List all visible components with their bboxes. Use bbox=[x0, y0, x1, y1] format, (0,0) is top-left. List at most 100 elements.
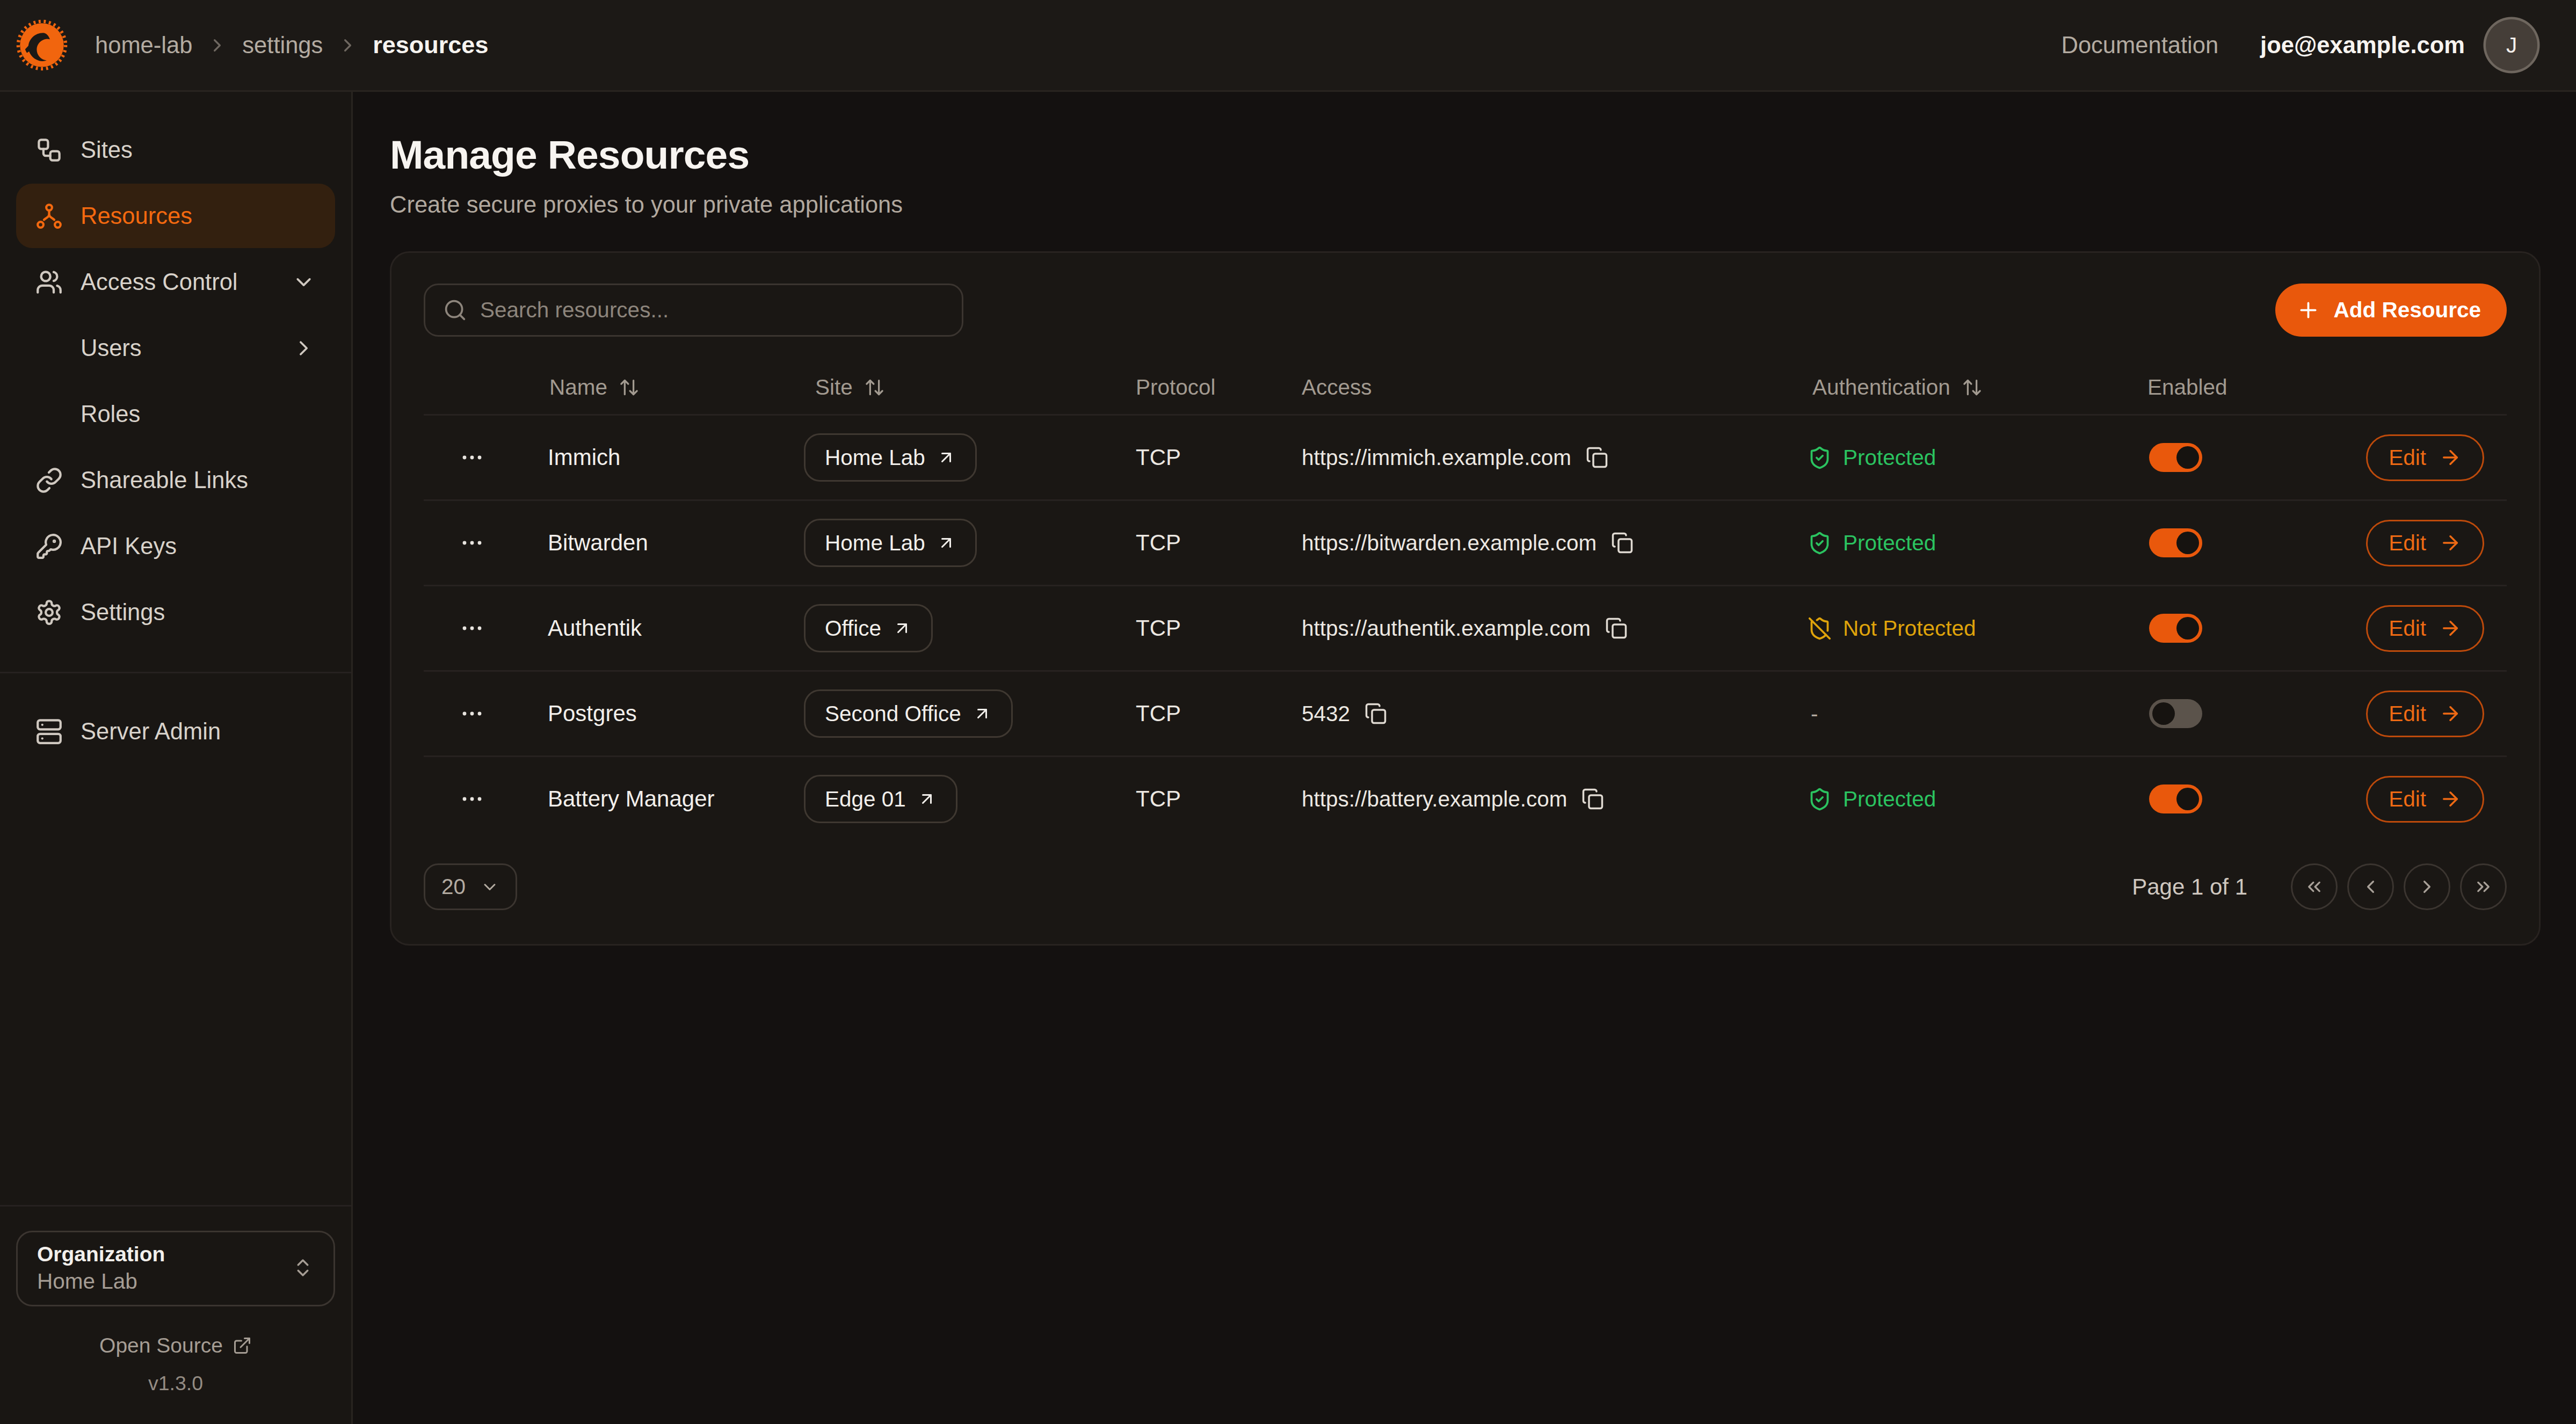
row-menu-icon[interactable] bbox=[459, 701, 485, 726]
breadcrumb-current[interactable]: resources bbox=[373, 31, 488, 59]
chevron-left-icon bbox=[2360, 876, 2381, 897]
copy-icon[interactable] bbox=[1581, 788, 1604, 810]
resource-protocol: TCP bbox=[1118, 445, 1284, 470]
resource-access-url: https://bitwarden.example.com bbox=[1302, 531, 1597, 556]
sidebar-item-resources[interactable]: Resources bbox=[16, 184, 335, 248]
open-source-link[interactable]: Open Source bbox=[16, 1334, 335, 1357]
auth-status: Protected bbox=[1843, 787, 1936, 812]
search-input[interactable] bbox=[480, 297, 944, 323]
resource-name: Immich bbox=[520, 445, 786, 470]
row-menu-icon[interactable] bbox=[459, 445, 485, 470]
resource-name: Battery Manager bbox=[520, 786, 786, 812]
app-version: v1.3.0 bbox=[16, 1372, 335, 1395]
table-row: Immich Home Lab TCP https://immich.examp… bbox=[424, 414, 2507, 499]
chevrons-left-icon bbox=[2304, 876, 2325, 897]
shield-check-icon bbox=[1808, 446, 1832, 470]
enabled-toggle[interactable] bbox=[2149, 784, 2202, 813]
app-logo-icon[interactable] bbox=[16, 19, 68, 71]
next-page-button[interactable] bbox=[2404, 863, 2450, 910]
arrow-up-right-icon bbox=[892, 619, 912, 638]
sort-icon bbox=[864, 377, 885, 398]
chevrons-up-down-icon bbox=[292, 1256, 314, 1279]
column-header-protocol: Protocol bbox=[1118, 375, 1284, 400]
plus-icon bbox=[2296, 298, 2320, 322]
column-header-access: Access bbox=[1284, 375, 1783, 400]
copy-icon[interactable] bbox=[1611, 532, 1634, 554]
resource-access-url: https://battery.example.com bbox=[1302, 787, 1567, 812]
first-page-button[interactable] bbox=[2291, 863, 2338, 910]
organization-selector[interactable]: Organization Home Lab bbox=[16, 1231, 335, 1306]
enabled-toggle[interactable] bbox=[2149, 614, 2202, 643]
edit-button[interactable]: Edit bbox=[2366, 434, 2484, 481]
documentation-link[interactable]: Documentation bbox=[2062, 32, 2219, 59]
row-menu-icon[interactable] bbox=[459, 786, 485, 812]
sidebar-item-server-admin[interactable]: Server Admin bbox=[16, 699, 335, 764]
auth-status: Not Protected bbox=[1843, 616, 1976, 641]
copy-icon[interactable] bbox=[1365, 702, 1387, 725]
chevron-right-icon bbox=[207, 35, 228, 56]
breadcrumb: home-lab settings resources bbox=[95, 31, 488, 59]
edit-button[interactable]: Edit bbox=[2366, 691, 2484, 737]
auth-status: - bbox=[1811, 701, 1818, 726]
copy-icon[interactable] bbox=[1586, 446, 1608, 469]
search-icon bbox=[443, 298, 467, 322]
column-header-authentication[interactable]: Authentication bbox=[1783, 375, 2130, 400]
sort-icon bbox=[1962, 377, 1983, 398]
table-row: Battery Manager Edge 01 TCP https://batt… bbox=[424, 755, 2507, 841]
site-link[interactable]: Office bbox=[804, 604, 933, 652]
sidebar-item-access-control[interactable]: Access Control bbox=[16, 250, 335, 314]
auth-status: Protected bbox=[1843, 445, 1936, 470]
site-link[interactable]: Second Office bbox=[804, 689, 1013, 738]
table-header-row: Name Site Protocol Access Authentication… bbox=[424, 361, 2507, 414]
edit-button[interactable]: Edit bbox=[2366, 776, 2484, 823]
sites-icon bbox=[35, 136, 63, 164]
search-box bbox=[424, 284, 963, 337]
main-content: Manage Resources Create secure proxies t… bbox=[353, 92, 2576, 1424]
arrow-right-icon bbox=[2439, 702, 2462, 725]
resource-access-url: 5432 bbox=[1302, 701, 1350, 726]
resources-icon bbox=[35, 202, 63, 230]
column-header-site[interactable]: Site bbox=[786, 375, 1118, 400]
user-email[interactable]: joe@example.com bbox=[2260, 32, 2465, 59]
resource-protocol: TCP bbox=[1118, 786, 1284, 812]
table-row: Bitwarden Home Lab TCP https://bitwarden… bbox=[424, 499, 2507, 585]
sidebar-item-shareable-links[interactable]: Shareable Links bbox=[16, 448, 335, 512]
chevrons-right-icon bbox=[2473, 876, 2494, 897]
enabled-toggle[interactable] bbox=[2149, 443, 2202, 472]
sidebar-item-sites[interactable]: Sites bbox=[16, 118, 335, 182]
enabled-toggle[interactable] bbox=[2149, 528, 2202, 557]
avatar[interactable]: J bbox=[2486, 19, 2537, 71]
column-header-enabled: Enabled bbox=[2130, 375, 2347, 400]
site-link[interactable]: Home Lab bbox=[804, 433, 977, 482]
sidebar-item-users[interactable]: Users bbox=[16, 316, 335, 380]
arrow-up-right-icon bbox=[937, 448, 956, 467]
topbar: home-lab settings resources Documentatio… bbox=[0, 0, 2576, 92]
resource-name: Bitwarden bbox=[520, 530, 786, 556]
resource-name: Postgres bbox=[520, 701, 786, 726]
edit-button[interactable]: Edit bbox=[2366, 605, 2484, 652]
shield-check-icon bbox=[1808, 787, 1832, 811]
row-menu-icon[interactable] bbox=[459, 615, 485, 641]
copy-icon[interactable] bbox=[1605, 617, 1628, 640]
last-page-button[interactable] bbox=[2460, 863, 2507, 910]
breadcrumb-settings[interactable]: settings bbox=[242, 32, 323, 59]
external-link-icon bbox=[233, 1336, 252, 1355]
sidebar-item-api-keys[interactable]: API Keys bbox=[16, 514, 335, 578]
add-resource-button[interactable]: Add Resource bbox=[2275, 284, 2507, 337]
arrow-up-right-icon bbox=[973, 704, 992, 723]
arrow-right-icon bbox=[2439, 532, 2462, 554]
arrow-up-right-icon bbox=[937, 533, 956, 553]
site-link[interactable]: Home Lab bbox=[804, 519, 977, 567]
site-link[interactable]: Edge 01 bbox=[804, 775, 957, 823]
sidebar-divider bbox=[0, 672, 351, 673]
sidebar-item-settings[interactable]: Settings bbox=[16, 580, 335, 644]
column-header-name[interactable]: Name bbox=[520, 375, 786, 400]
row-menu-icon[interactable] bbox=[459, 530, 485, 556]
page-size-select[interactable]: 20 bbox=[424, 863, 517, 910]
page-subtitle: Create secure proxies to your private ap… bbox=[390, 188, 2541, 221]
edit-button[interactable]: Edit bbox=[2366, 520, 2484, 566]
enabled-toggle[interactable] bbox=[2149, 699, 2202, 728]
sidebar-item-roles[interactable]: Roles bbox=[16, 382, 335, 446]
prev-page-button[interactable] bbox=[2347, 863, 2394, 910]
breadcrumb-org[interactable]: home-lab bbox=[95, 32, 192, 59]
